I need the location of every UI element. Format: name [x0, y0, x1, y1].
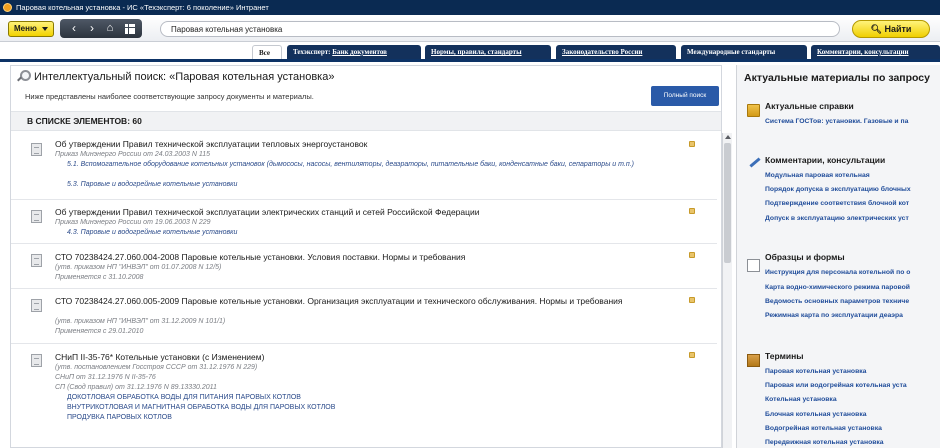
result-link[interactable]: ВНУТРИКОТЛОВАЯ И МАГНИТНАЯ ОБРАБОТКА ВОД… — [67, 403, 647, 412]
result-link[interactable]: 5.1. Вспомогательное оборудование котель… — [67, 160, 647, 169]
sidebar-link[interactable]: Модульная паровая котельная — [765, 172, 870, 179]
document-icon — [31, 210, 42, 223]
search-subtitle: Ниже представлены наиболее соответствующ… — [25, 92, 314, 101]
result-title[interactable]: Об утверждении Правил технической эксплу… — [55, 139, 367, 149]
sidebar-link[interactable]: Ведомость основных параметров техниче — [765, 298, 909, 305]
results-pane: Интеллектуальный поиск: «Паровая котельн… — [10, 65, 722, 448]
sidebar-section-title: Термины — [765, 351, 804, 361]
tab-legislation[interactable]: Законодательство России — [556, 45, 676, 59]
window-title: Паровая котельная установка - ИС «Техэкс… — [16, 3, 269, 12]
pen-icon — [747, 156, 760, 169]
bookmark-icon[interactable] — [689, 252, 695, 258]
grid-menu-icon[interactable] — [120, 19, 140, 38]
sidebar-title: Актуальные материалы по запросу — [744, 72, 930, 84]
result-item: Об утверждении Правил технической эксплу… — [11, 133, 717, 200]
result-meta: Применяется с 29.01.2010 — [55, 328, 144, 335]
result-item: СТО 70238424.27.060.005-2009 Паровые кот… — [11, 289, 717, 344]
menu-label: Меню — [14, 24, 37, 33]
bookmark-icon[interactable] — [689, 297, 695, 303]
bookmark-icon[interactable] — [689, 208, 695, 214]
tab-comments[interactable]: Комментарии, консультации — [811, 45, 940, 59]
result-title[interactable]: СНиП II-35-76* Котельные установки (с Из… — [55, 352, 264, 362]
result-meta: Приказ Минэнерго России от 19.06.2003 N … — [55, 219, 211, 226]
sidebar-link[interactable]: Паровая котельная установка — [765, 368, 866, 375]
scroll-thumb[interactable] — [724, 143, 731, 263]
result-meta: СНиП от 31.12.1976 N II-35-76 — [55, 374, 156, 381]
sidebar-link[interactable]: Котельная установка — [765, 396, 837, 403]
sidebar-link[interactable]: Режимная карта по эксплуатации деаэра — [765, 312, 903, 319]
result-meta: (утв. постановлением Госстроя СССР от 31… — [55, 364, 258, 371]
document-icon — [31, 299, 42, 312]
sidebar-section-title: Комментарии, консультации — [765, 155, 886, 165]
result-meta: Применяется с 31.10.2008 — [55, 274, 144, 281]
forward-icon[interactable]: › — [82, 19, 102, 38]
tab-bar: Все Техэксперт: Банк документов Нормы, п… — [0, 42, 940, 62]
result-meta: (утв. приказом НП "ИНВЭЛ" от 01.07.2008 … — [55, 264, 222, 271]
tab-norms[interactable]: Нормы, правила, стандарты — [425, 45, 551, 59]
book-icon — [747, 104, 760, 117]
sidebar-link[interactable]: Передвижная котельная установка — [765, 439, 884, 446]
results-list: Об утверждении Правил технической эксплу… — [11, 133, 717, 447]
results-count: В СПИСКЕ ЭЛЕМЕНТОВ: 60 — [11, 111, 721, 131]
tab-all[interactable]: Все — [252, 45, 282, 59]
find-label: Найти — [884, 24, 912, 34]
sidebar: Актуальные материалы по запросу Актуальн… — [736, 65, 940, 448]
result-link[interactable]: ПРОДУВКА ПАРОВЫХ КОТЛОВ — [67, 413, 647, 422]
nav-group: ‹ › ⌂ — [60, 19, 142, 38]
menu-button[interactable]: Меню — [8, 21, 54, 37]
sidebar-link[interactable]: Система ГОСТов: установки. Газовые и па — [765, 118, 908, 125]
document-icon — [31, 354, 42, 367]
page-title: Интеллектуальный поиск: «Паровая котельн… — [17, 70, 334, 83]
result-title[interactable]: СТО 70238424.27.060.004-2008 Паровые кот… — [55, 252, 465, 262]
toolbar: Меню ‹ › ⌂ 🔍︎ Найти — [0, 15, 940, 42]
sidebar-link[interactable]: Порядок допуска в эксплуатацию блочных — [765, 186, 911, 193]
chevron-down-icon — [42, 27, 48, 31]
bookmark-icon[interactable] — [689, 352, 695, 358]
sidebar-link[interactable]: Блочная котельная установка — [765, 411, 867, 418]
result-meta: СП (Свод правил) от 31.12.1976 N 89.1333… — [55, 384, 217, 391]
tab-international-standards[interactable]: Международные стандарты — [681, 45, 807, 59]
sidebar-link[interactable]: Допуск в эксплуатацию электрических уст — [765, 215, 909, 222]
search-input[interactable] — [160, 21, 840, 37]
bookmark-icon[interactable] — [689, 141, 695, 147]
result-title[interactable]: Об утверждении Правил технической эксплу… — [55, 207, 480, 217]
result-item: СТО 70238424.27.060.004-2008 Паровые кот… — [11, 244, 717, 289]
result-link[interactable]: 4.3. Паровые и водогрейные котельные уст… — [67, 228, 647, 237]
sidebar-section-title: Актуальные справки — [765, 101, 854, 111]
sidebar-link[interactable]: Водогрейная котельная установка — [765, 425, 882, 432]
back-icon[interactable]: ‹ — [64, 19, 84, 38]
results-scrollbar[interactable] — [722, 133, 732, 448]
document-icon — [31, 143, 42, 156]
scroll-up-icon[interactable] — [725, 135, 731, 139]
app-window: Паровая котельная установка - ИС «Техэкс… — [0, 0, 940, 448]
full-search-button[interactable]: Полный поиск — [651, 86, 719, 106]
result-link[interactable]: 5.3. Паровые и водогрейные котельные уст… — [67, 180, 647, 189]
sidebar-link[interactable]: Паровая или водогрейная котельная уста — [765, 382, 907, 389]
result-meta: (утв. приказом НП "ИНВЭЛ" от 31.12.2009 … — [55, 318, 226, 325]
result-title[interactable]: СТО 70238424.27.060.005-2009 Паровые кот… — [55, 296, 655, 306]
document-icon — [31, 254, 42, 267]
search-icon — [17, 70, 31, 82]
sidebar-link[interactable]: Подтверждение соответствия блочной кот — [765, 200, 909, 207]
terms-icon — [747, 354, 760, 367]
find-button[interactable]: 🔍︎ Найти — [852, 20, 930, 38]
home-icon[interactable]: ⌂ — [100, 19, 120, 38]
title-bar: Паровая котельная установка - ИС «Техэкс… — [0, 0, 940, 15]
result-meta: Приказ Минэнерго России от 24.03.2003 N … — [55, 151, 210, 158]
result-link[interactable]: ДОКОТЛОВАЯ ОБРАБОТКА ВОДЫ ДЛЯ ПИТАНИЯ ПА… — [67, 393, 647, 402]
tab-bank-documents[interactable]: Техэксперт: Банк документов — [287, 45, 421, 59]
sidebar-link[interactable]: Инструкция для персонала котельной по о — [765, 269, 910, 276]
result-item: Об утверждении Правил технической эксплу… — [11, 200, 717, 244]
sidebar-link[interactable]: Карта водно-химического режима паровой — [765, 284, 910, 291]
sidebar-section-title: Образцы и формы — [765, 252, 845, 262]
result-item: СНиП II-35-76* Котельные установки (с Из… — [11, 344, 717, 447]
app-icon — [3, 3, 12, 12]
form-icon — [747, 259, 760, 272]
search-icon: 🔍︎ — [870, 24, 882, 34]
